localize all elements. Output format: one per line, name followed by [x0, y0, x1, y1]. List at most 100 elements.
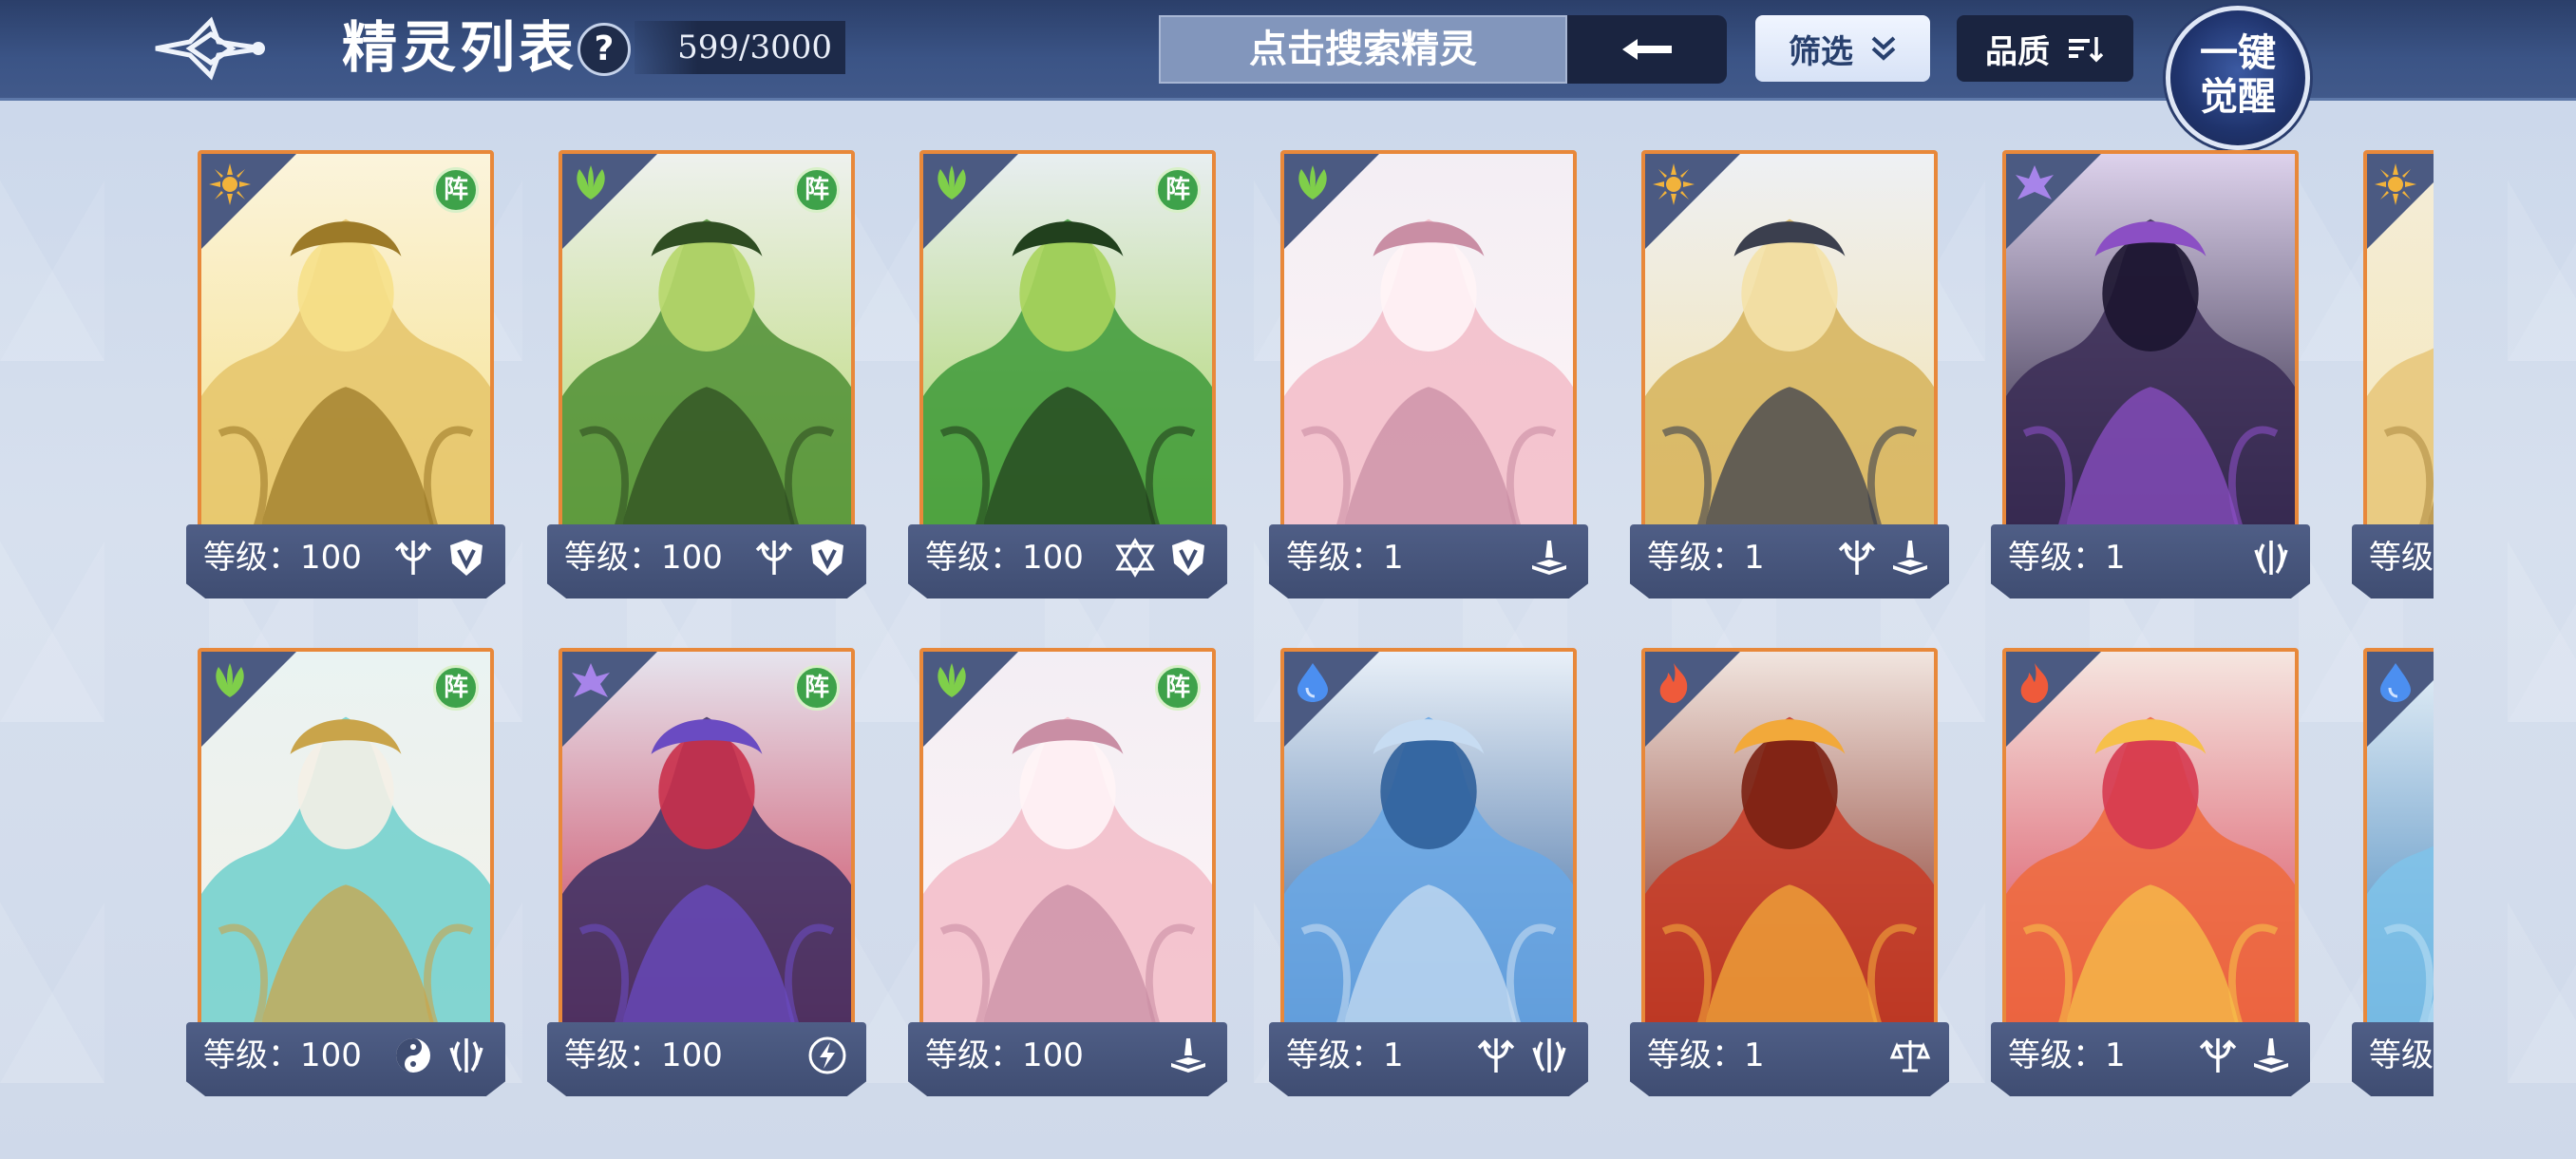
spirit-portrait-frame: 阵 [559, 150, 855, 549]
card-info-bar: 等级：1 [1991, 1022, 2310, 1096]
spirit-card[interactable]: 等级： [2352, 648, 2434, 1096]
spirit-card[interactable]: 阵等级：100 [908, 648, 1227, 1096]
spirit-portrait-frame [1280, 648, 1577, 1047]
skill-icons [1113, 536, 1210, 580]
hexagram-icon [1113, 536, 1157, 580]
card-info-bar: 等级： [2352, 524, 2434, 598]
level-label: 等级：1 [2008, 1036, 2126, 1074]
level-label: 等级：100 [564, 1036, 723, 1074]
spirit-card[interactable]: 等级：1 [1991, 150, 2310, 598]
level-label: 等级：1 [1647, 539, 1765, 577]
card-info-bar: 等级：1 [1991, 524, 2310, 598]
level-label: 等级：1 [2008, 539, 2126, 577]
grass-element-icon [927, 160, 976, 209]
card-info-bar: 等级：1 [1269, 1022, 1588, 1096]
spirit-card[interactable]: 等级：1 [1991, 648, 2310, 1096]
spirit-portrait-frame [2002, 150, 2299, 549]
book-icon [1527, 536, 1571, 580]
level-label: 等级：1 [1647, 1036, 1765, 1074]
spirit-portrait-frame: 阵 [198, 648, 494, 1047]
spirit-card[interactable]: 等级： [2352, 150, 2434, 598]
formation-badge: 阵 [1155, 665, 1201, 711]
spirit-portrait-frame: 阵 [198, 150, 494, 549]
book-icon [2249, 1034, 2293, 1077]
spirit-portrait-frame: 阵 [919, 648, 1216, 1047]
trident-icon [1835, 536, 1879, 580]
formation-badge: 阵 [1155, 167, 1201, 213]
spirit-card[interactable]: 等级：1 [1269, 150, 1588, 598]
level-label: 等级：1 [1286, 1036, 1404, 1074]
water-element-icon [2371, 657, 2420, 707]
spirit-card[interactable]: 等级：1 [1269, 648, 1588, 1096]
spirit-grid: 阵等级：100 阵等级：100 阵等级：100 等级：1 等级：1 等级：1 等… [0, 0, 2434, 1159]
card-info-bar: 等级：100 [186, 1022, 505, 1096]
spirit-card[interactable]: 阵等级：100 [908, 150, 1227, 598]
skill-icons [391, 1034, 488, 1077]
crest-icon [2249, 536, 2293, 580]
water-element-icon [1288, 657, 1337, 707]
grass-element-icon [1288, 160, 1337, 209]
spirit-portrait-frame [2363, 150, 2434, 549]
level-label: 等级：100 [203, 1036, 362, 1074]
spirit-portrait-frame [1641, 150, 1938, 549]
skill-icons [2249, 536, 2293, 580]
skill-icons [1474, 1034, 1571, 1077]
spirit-card[interactable]: 阵等级：100 [186, 150, 505, 598]
shadow-element-icon [2010, 160, 2059, 209]
spirit-card[interactable]: 等级：1 [1630, 150, 1949, 598]
shield-icon [1166, 536, 1210, 580]
level-label: 等级：100 [564, 539, 723, 577]
card-info-bar: 等级：100 [908, 1022, 1227, 1096]
shield-icon [805, 536, 849, 580]
trident-icon [752, 536, 796, 580]
scales-icon [1888, 1034, 1932, 1077]
light-element-icon [2371, 160, 2420, 209]
skill-icons [1527, 536, 1571, 580]
fire-element-icon [2010, 657, 2059, 707]
card-info-bar: 等级：1 [1269, 524, 1588, 598]
grass-element-icon [927, 657, 976, 707]
card-info-bar: 等级：100 [547, 1022, 866, 1096]
formation-badge: 阵 [433, 167, 479, 213]
card-info-bar: 等级：1 [1630, 1022, 1949, 1096]
level-label: 等级：100 [203, 539, 362, 577]
crest-icon [445, 1034, 488, 1077]
light-element-icon [1649, 160, 1698, 209]
level-label: 等级： [2369, 539, 2434, 577]
trident-icon [1474, 1034, 1518, 1077]
trident-icon [391, 536, 435, 580]
card-info-bar: 等级：100 [186, 524, 505, 598]
crest-icon [1527, 1034, 1571, 1077]
fire-element-icon [1649, 657, 1698, 707]
skill-icons [752, 536, 849, 580]
level-label: 等级：1 [1286, 539, 1404, 577]
formation-badge: 阵 [794, 167, 840, 213]
spirit-portrait-frame: 阵 [919, 150, 1216, 549]
level-label: 等级：100 [925, 1036, 1084, 1074]
shadow-element-icon [566, 657, 616, 707]
spirit-portrait-frame [2002, 648, 2299, 1047]
card-info-bar: 等级：1 [1630, 524, 1949, 598]
formation-badge: 阵 [794, 665, 840, 711]
skill-icons [391, 536, 488, 580]
spirit-card[interactable]: 阵等级：100 [547, 150, 866, 598]
light-element-icon [205, 160, 255, 209]
spirit-card[interactable]: 等级：1 [1630, 648, 1949, 1096]
skill-icons [1835, 536, 1932, 580]
shield-icon [445, 536, 488, 580]
lightning-icon [805, 1034, 849, 1077]
card-info-bar: 等级： [2352, 1022, 2434, 1096]
level-label: 等级： [2369, 1036, 2434, 1074]
spirit-portrait-frame: 阵 [559, 648, 855, 1047]
yin-yang-icon [391, 1034, 435, 1077]
book-icon [1888, 536, 1932, 580]
spirit-card[interactable]: 阵等级：100 [186, 648, 505, 1096]
trident-icon [2196, 1034, 2240, 1077]
spirit-portrait-frame [1641, 648, 1938, 1047]
skill-icons [1166, 1034, 1210, 1077]
card-info-bar: 等级：100 [547, 524, 866, 598]
skill-icons [1888, 1034, 1932, 1077]
spirit-card[interactable]: 阵等级：100 [547, 648, 866, 1096]
card-info-bar: 等级：100 [908, 524, 1227, 598]
book-icon [1166, 1034, 1210, 1077]
